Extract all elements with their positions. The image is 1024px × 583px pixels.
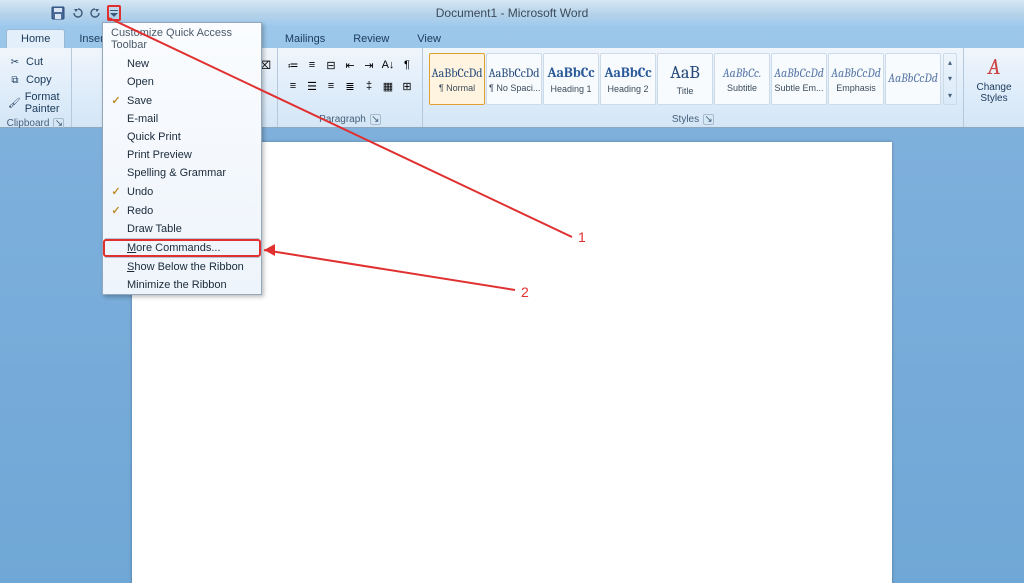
style-tile[interactable]: AaBbCcDdSubtle Em... — [771, 53, 827, 105]
shading-button[interactable]: ▦ — [379, 77, 397, 95]
undo-icon[interactable] — [69, 5, 85, 21]
styles-gallery-more[interactable]: ▴▾▾ — [943, 53, 957, 105]
bullets-button[interactable]: ≔ — [284, 56, 302, 74]
scissors-icon: ✂ — [8, 55, 22, 69]
decrease-indent-button[interactable]: ⇤ — [341, 56, 359, 74]
show-marks-button[interactable]: ¶ — [398, 56, 416, 74]
qat-menu-title: Customize Quick Access Toolbar — [103, 23, 261, 55]
qat-menu-item[interactable]: Draw Table — [103, 220, 261, 238]
copy-button[interactable]: ⧉Copy — [6, 72, 65, 88]
align-center-button[interactable]: ☰ — [303, 77, 321, 95]
group-label-styles: Styles — [672, 114, 699, 125]
change-styles-button[interactable]: A Change Styles — [970, 50, 1018, 108]
qat-menu-item[interactable]: New — [103, 55, 261, 73]
format-painter-button[interactable]: 🖌Format Painter — [6, 90, 65, 116]
qat-menu-more-commands[interactable]: More Commands... — [103, 239, 261, 257]
style-tile[interactable]: AaBTitle — [657, 53, 713, 105]
qat-menu-item[interactable]: Spelling & Grammar — [103, 164, 261, 182]
group-clipboard: ✂Cut ⧉Copy 🖌Format Painter Clipboard↘ — [0, 48, 72, 127]
tab-home[interactable]: Home — [6, 29, 65, 48]
style-tile[interactable]: AaBbCcHeading 2 — [600, 53, 656, 105]
save-icon[interactable] — [50, 5, 66, 21]
group-paragraph: ≔ ≡ ⊟ ⇤ ⇥ A↓ ¶ ≡ ☰ ≡ ≣ ‡ ▦ ⊞ Paragraph ↘ — [278, 48, 423, 127]
group-styles: AaBbCcDd¶ NormalAaBbCcDd¶ No Spaci...AaB… — [423, 48, 964, 127]
cut-button[interactable]: ✂Cut — [6, 54, 65, 70]
numbering-button[interactable]: ≡ — [303, 56, 321, 74]
qat-menu-item[interactable]: Open — [103, 73, 261, 91]
justify-button[interactable]: ≣ — [341, 77, 359, 95]
qat-customize-dropdown[interactable] — [107, 5, 121, 21]
qat-menu-minimize[interactable]: Minimize the Ribbon — [103, 276, 261, 294]
qat-menu-show-below[interactable]: Show Below the Ribbon — [103, 258, 261, 276]
align-left-button[interactable]: ≡ — [284, 77, 302, 95]
check-icon: ✓ — [105, 185, 127, 198]
qat-menu-item[interactable]: E-mail — [103, 110, 261, 128]
style-tile[interactable]: AaBbCcHeading 1 — [543, 53, 599, 105]
change-styles-icon: A — [988, 54, 1001, 80]
style-tile[interactable]: AaBbCcDd¶ Normal — [429, 53, 485, 105]
style-tile[interactable]: AaBbCcDd — [885, 53, 941, 105]
check-icon: ✓ — [105, 94, 127, 107]
line-spacing-button[interactable]: ‡ — [360, 77, 378, 95]
styles-dialog-launcher[interactable]: ↘ — [703, 114, 714, 125]
window-title: Document1 - Microsoft Word — [436, 6, 589, 20]
qat-menu-item[interactable]: Print Preview — [103, 146, 261, 164]
brush-icon: 🖌 — [8, 96, 21, 110]
borders-button[interactable]: ⊞ — [398, 77, 416, 95]
style-tile[interactable]: AaBbCc.Subtitle — [714, 53, 770, 105]
tab-mailings[interactable]: Mailings — [271, 30, 339, 48]
copy-icon: ⧉ — [8, 73, 22, 87]
style-tile[interactable]: AaBbCcDdEmphasis — [828, 53, 884, 105]
tab-review[interactable]: Review — [339, 30, 403, 48]
qat-menu-item[interactable]: ✓Redo — [103, 201, 261, 220]
sort-button[interactable]: A↓ — [379, 56, 397, 74]
multilevel-button[interactable]: ⊟ — [322, 56, 340, 74]
redo-icon[interactable] — [88, 5, 104, 21]
quick-access-toolbar — [46, 5, 121, 21]
annotation-label-2: 2 — [521, 284, 529, 300]
tab-view[interactable]: View — [403, 30, 455, 48]
style-tile[interactable]: AaBbCcDd¶ No Spaci... — [486, 53, 542, 105]
qat-customize-menu: Customize Quick Access Toolbar NewOpen✓S… — [102, 22, 262, 295]
qat-menu-item[interactable]: Quick Print — [103, 128, 261, 146]
group-change-styles: A Change Styles — [964, 48, 1024, 127]
group-label-paragraph: Paragraph — [319, 114, 366, 125]
qat-menu-item[interactable]: ✓Undo — [103, 182, 261, 201]
increase-indent-button[interactable]: ⇥ — [360, 56, 378, 74]
paragraph-dialog-launcher[interactable]: ↘ — [370, 114, 381, 125]
check-icon: ✓ — [105, 204, 127, 217]
annotation-label-1: 1 — [578, 229, 586, 245]
align-right-button[interactable]: ≡ — [322, 77, 340, 95]
qat-menu-item[interactable]: ✓Save — [103, 91, 261, 110]
